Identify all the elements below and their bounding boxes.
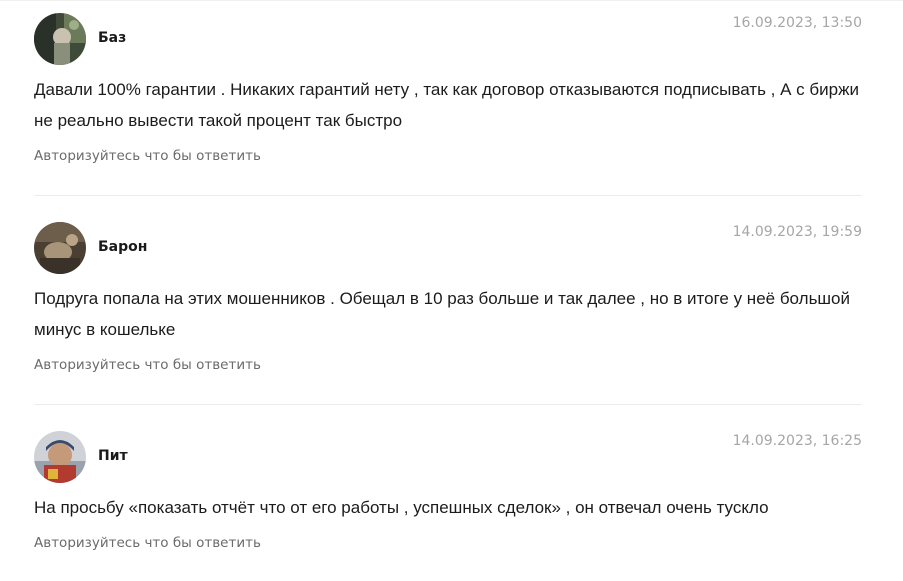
avatar[interactable] — [34, 431, 86, 483]
comment-text: Давали 100% гарантии . Никаких гарантий … — [34, 80, 859, 130]
avatar[interactable] — [34, 13, 86, 65]
author-name: Пит — [98, 448, 128, 464]
comment-header: Барон 14.09.2023, 19:59 — [34, 222, 862, 274]
reply-login-link[interactable]: Авторизуйтесь что бы ответить — [34, 357, 261, 373]
comment-text: Подруга попала на этих мошенников . Обещ… — [34, 289, 851, 339]
avatar[interactable] — [34, 222, 86, 274]
comment-date: 14.09.2023, 16:25 — [732, 433, 862, 449]
comment-date: 16.09.2023, 13:50 — [732, 15, 862, 31]
comment-divider — [34, 195, 862, 196]
comment-divider — [34, 404, 862, 405]
comment-text: На просьбу «показать отчёт что от его ра… — [34, 498, 769, 517]
comment-header: Пит 14.09.2023, 16:25 — [34, 431, 862, 483]
comment-date: 14.09.2023, 19:59 — [732, 224, 862, 240]
reply-login-link[interactable]: Авторизуйтесь что бы ответить — [34, 148, 261, 164]
author-name: Барон — [98, 239, 148, 255]
top-border — [0, 0, 903, 1]
author-name: Баз — [98, 30, 127, 46]
reply-login-link[interactable]: Авторизуйтесь что бы ответить — [34, 535, 261, 551]
comment-header: Баз 16.09.2023, 13:50 — [34, 13, 862, 65]
